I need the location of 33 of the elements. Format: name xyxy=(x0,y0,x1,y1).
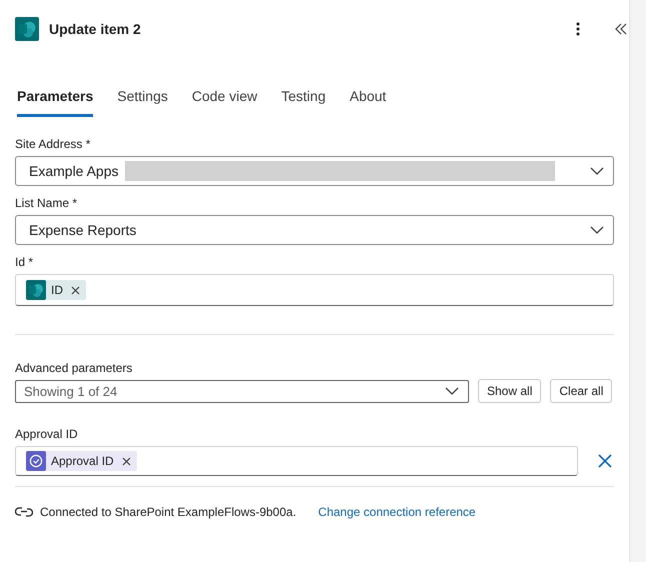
dropdown-field[interactable]: Example Apps xyxy=(15,156,614,186)
token-chip[interactable]: ID xyxy=(26,280,86,300)
token-field[interactable]: Approval ID xyxy=(15,446,578,476)
field-label: Id * xyxy=(15,255,34,269)
remove-icon[interactable] xyxy=(71,286,80,294)
collapse-icon[interactable] xyxy=(614,22,628,36)
tab[interactable]: Parameters xyxy=(17,82,94,117)
dropdown-field[interactable]: Expense Reports xyxy=(15,215,614,245)
field-value: Expense Reports xyxy=(29,222,136,238)
dropdown-field[interactable]: Showing 1 of 24 xyxy=(15,380,469,402)
field-label: Approval ID xyxy=(15,427,79,441)
token-label: Approval ID xyxy=(51,454,114,468)
field-value: Showing 1 of 24 xyxy=(24,384,118,398)
field-label: Advanced parameters xyxy=(15,361,134,375)
link-icon xyxy=(15,505,33,519)
token-field[interactable]: ID xyxy=(15,274,614,306)
token-chip[interactable]: Approval ID xyxy=(26,451,137,471)
field-label: Site Address * xyxy=(15,137,92,151)
sharepoint-icon xyxy=(15,17,39,41)
tab[interactable]: About xyxy=(350,82,386,117)
panel-title: Update item 2 xyxy=(49,21,141,37)
tab[interactable]: Settings xyxy=(117,82,168,117)
token-label: ID xyxy=(51,283,63,297)
field-value: Example Apps xyxy=(29,163,118,179)
change-connection-link[interactable]: Change connection reference xyxy=(318,505,476,519)
field-label: List Name * xyxy=(15,196,78,210)
remove-icon[interactable] xyxy=(122,456,131,466)
action-button[interactable]: Show all xyxy=(478,379,542,403)
connection-text: Connected to SharePoint ExampleFlows-9b00a. xyxy=(40,505,296,519)
tab[interactable]: Testing xyxy=(281,82,326,117)
close-icon[interactable] xyxy=(598,454,612,468)
tab[interactable]: Code view xyxy=(192,82,258,117)
action-button[interactable]: Clear all xyxy=(550,379,612,403)
